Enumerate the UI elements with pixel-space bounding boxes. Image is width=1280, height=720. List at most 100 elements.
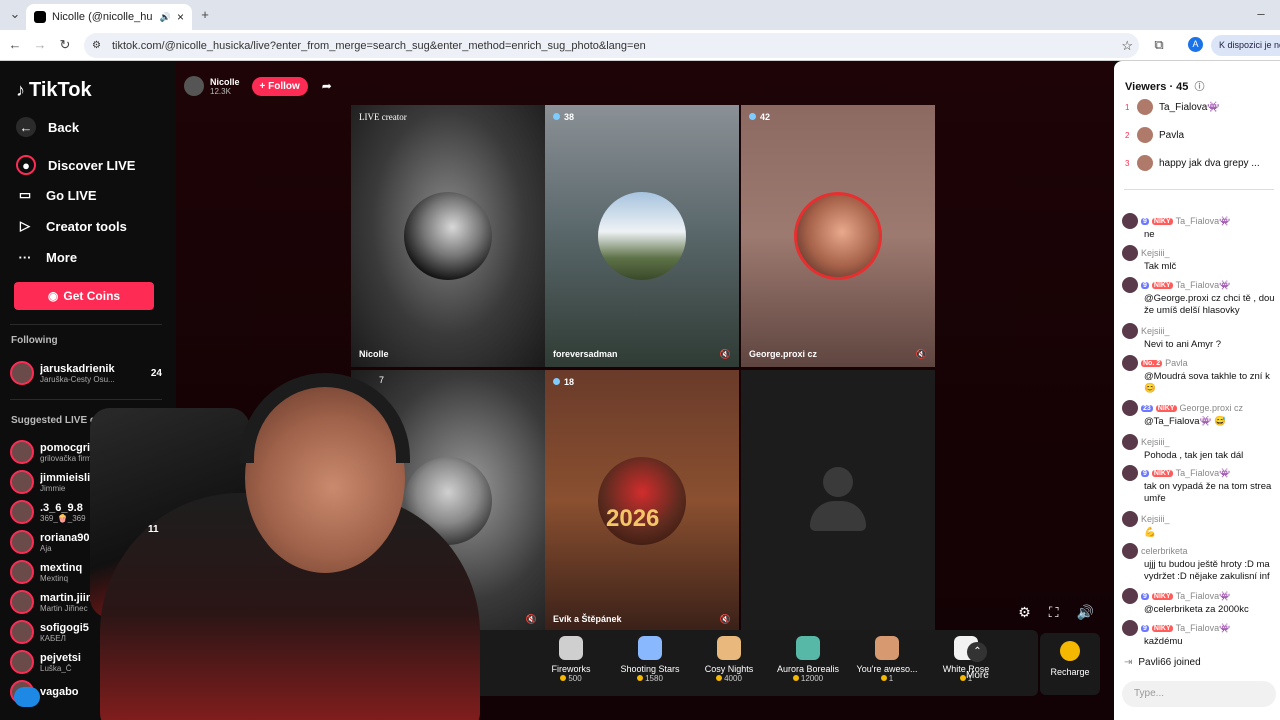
guest-tile[interactable]: 18 2026 Evík a Štěpánek 🔇 [545,370,739,632]
host-bar: Nicolle 12.3K + Follow ➦ [184,76,332,96]
chat-text: @celerbriketa za 2000kc [1144,604,1249,615]
info-icon[interactable]: ⓘ [1194,82,1204,93]
chat-text: @Moudrá sova takhle to zní k 😊 [1144,371,1270,394]
nav-more[interactable]: ··· More [16,248,78,266]
chat-username[interactable]: Pavla [1165,358,1188,368]
avatar[interactable] [1122,323,1138,339]
get-coins-label: Get Coins [63,289,121,303]
nav-label: More [46,249,78,265]
chat-text: @Ta_Fialova👾 😅 [1144,416,1226,427]
back-button[interactable]: ← Back [16,117,79,137]
gift-item[interactable]: Aurora Borealis 12000 [769,636,847,683]
chat-username[interactable]: Ta_Fialova👾 [1176,280,1231,291]
forward-arrow-icon[interactable]: → [31,36,49,54]
chat-input[interactable]: Type... [1122,681,1276,707]
avatar[interactable] [1122,543,1138,559]
chat-username[interactable]: celerbriketa [1141,546,1188,556]
gift-item[interactable]: Shooting Stars 1580 [611,636,689,683]
muted-mic-icon: 🔇 [719,614,731,624]
top-viewer[interactable]: 3 happy jak dva grepy ... [1125,155,1260,171]
settings-gear-icon[interactable]: ⚙ [1018,604,1031,621]
extensions-icon[interactable]: ⧉ [1150,36,1168,54]
guest-tile[interactable]: 42 George.proxi cz 🔇 [741,105,935,367]
host-name[interactable]: Nicolle [210,77,240,87]
user-badge: 9 [1141,592,1149,600]
profile-avatar[interactable]: A [1188,37,1203,52]
chat-username[interactable]: Kejsiii_ [1141,437,1170,447]
chat-username[interactable]: Ta_Fialova👾 [1176,591,1231,602]
follow-button[interactable]: + Follow [251,76,308,96]
back-arrow-icon: ← [16,117,36,137]
tab-list-icon[interactable]: ⌄ [6,5,24,23]
host-avatar[interactable] [184,76,204,96]
more-gifts-button[interactable]: ⌃ More [966,642,989,681]
gift-item[interactable]: Fireworks 500 [532,636,610,683]
new-tab-button[interactable]: + [196,6,214,24]
browser-tab[interactable]: Nicolle (@nicolle_hu 🔊 × [26,4,192,30]
avatar[interactable] [1122,400,1138,416]
avatar[interactable] [1122,277,1138,293]
nav-label: Discover LIVE [48,157,136,173]
avatar[interactable] [1122,434,1138,450]
chat-username[interactable]: George.proxi cz [1180,403,1244,413]
gift-item[interactable]: You're aweso... 1 [848,636,926,683]
following-title: Following [11,335,58,346]
url-field[interactable]: ⚙ tiktok.com/@nicolle_husicka/live?enter… [84,33,1139,58]
top-viewer[interactable]: 1 Ta_Fialova👾 [1125,99,1220,115]
avatar[interactable] [1122,511,1138,527]
chat-text: ne [1144,229,1155,240]
chat-message: Kejsiii_ 💪 [1122,511,1280,539]
reload-icon[interactable]: ↻ [56,36,74,54]
recharge-button[interactable]: Recharge [1040,633,1100,695]
voice-chat-icon[interactable] [14,687,40,707]
gift-icon [717,636,741,660]
chat-text: 💪 [1144,527,1156,538]
update-chip[interactable]: K dispozici je nov [1211,35,1280,56]
nav-discover-live[interactable]: ● Discover LIVE [16,155,135,175]
fullscreen-icon[interactable]: ⛶ [1049,604,1059,621]
creator-tools-icon: ▷ [20,218,30,233]
muted-mic-icon: 🔇 [525,614,537,624]
gift-item[interactable]: Cosy Nights 4000 [690,636,768,683]
empty-guest-slot[interactable] [741,370,935,632]
avatar[interactable] [1122,213,1138,229]
tiktok-logo[interactable]: ♪ TikTok [16,79,92,102]
chat-username[interactable]: Ta_Fialova👾 [1176,216,1231,227]
share-icon[interactable]: ➦ [322,79,332,93]
close-tab-icon[interactable]: × [177,10,184,24]
url-text: tiktok.com/@nicolle_husicka/live?enter_f… [112,39,646,52]
year-2026-text: 2026 [606,505,660,532]
nav-creator-tools[interactable]: ▷ Creator tools [16,217,127,235]
tiktok-live-page: ♪ TikTok ← Back ● Discover LIVE ▭ Go LIV… [0,61,1280,720]
gift-price: 12000 [769,674,847,683]
avatar[interactable] [1122,620,1138,636]
viewer-count: 38 [553,112,574,122]
nav-go-live[interactable]: ▭ Go LIVE [16,186,97,204]
chat-message: 9 NIKY Ta_Fialova👾 každému [1122,620,1280,648]
chat-username[interactable]: Ta_Fialova👾 [1176,623,1231,634]
minimize-icon[interactable]: – [1252,5,1270,23]
avatar[interactable] [1122,588,1138,604]
avatar[interactable] [1122,465,1138,481]
top-viewer[interactable]: 2 Pavla [1125,127,1184,143]
join-icon: ⇥ [1124,657,1133,668]
chat-username[interactable]: Ta_Fialova👾 [1176,468,1231,479]
viewer-count: 42 [749,112,770,122]
chat-username[interactable]: Kejsiii_ [1141,514,1170,524]
guest-tile-host[interactable]: LIVE creator Nicolle [351,105,545,367]
gift-icon [796,636,820,660]
back-arrow-icon[interactable]: ← [6,36,24,54]
volume-icon[interactable]: 🔊 [1077,604,1094,621]
site-info-icon[interactable]: ⚙ [92,40,101,51]
get-coins-button[interactable]: ◉ Get Coins [14,282,154,310]
chat-text: tak on vypadá že na tom strea umře [1144,481,1272,504]
avatar[interactable] [1122,245,1138,261]
avatar [1137,127,1153,143]
guest-tile[interactable]: 38 foreversadman 🔇 [545,105,739,367]
guest-avatar: 2026 [598,457,686,545]
chat-username[interactable]: Kejsiii_ [1141,248,1170,258]
avatar[interactable] [1122,355,1138,371]
bookmark-star-icon[interactable]: ☆ [1121,38,1133,54]
browser-tab-strip: ⌄ Nicolle (@nicolle_hu 🔊 × + – [0,0,1280,30]
chat-username[interactable]: Kejsiii_ [1141,326,1170,336]
